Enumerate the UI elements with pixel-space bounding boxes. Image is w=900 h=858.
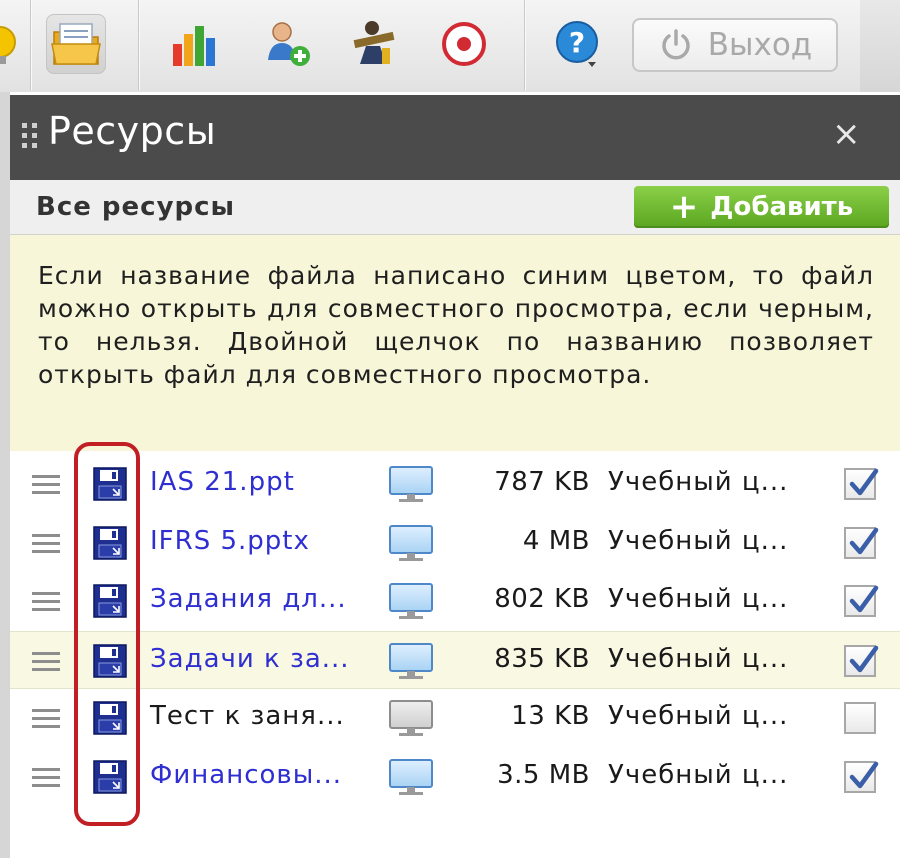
panel-title: Ресурсы: [48, 109, 217, 153]
add-user-icon[interactable]: [258, 14, 318, 74]
monitor-share-icon[interactable]: [388, 524, 434, 564]
file-row[interactable]: IAS 21.ppt 787 KB Учебный ц...: [10, 455, 900, 513]
resources-panel-header[interactable]: Ресурсы ×: [10, 95, 900, 180]
drag-handle-icon[interactable]: [32, 592, 60, 612]
power-icon: [662, 29, 690, 60]
monitor-share-icon[interactable]: [388, 758, 434, 798]
exit-button[interactable]: Выход: [632, 18, 838, 72]
monitor-share-icon[interactable]: [388, 642, 434, 682]
file-checkbox[interactable]: [844, 760, 879, 793]
file-name-link[interactable]: Тест к заня...: [150, 701, 345, 731]
drag-handle-icon[interactable]: [32, 709, 60, 729]
top-toolbar: ? Выход: [0, 0, 900, 92]
toolbar-separator: [138, 0, 139, 90]
toolbar-separator: [30, 0, 31, 90]
presenter-icon[interactable]: [346, 14, 406, 74]
file-size: 835 KB: [494, 643, 590, 674]
info-notice: Если название файла написано синим цвето…: [10, 235, 900, 451]
file-owner: Учебный ц...: [608, 525, 789, 556]
svg-text:?: ?: [569, 26, 585, 59]
file-owner: Учебный ц...: [608, 701, 789, 731]
monitor-share-icon[interactable]: [388, 582, 434, 622]
drag-handle-icon[interactable]: [32, 651, 60, 672]
panel-left-border: [0, 92, 10, 858]
file-owner: Учебный ц...: [608, 584, 789, 614]
file-checkbox[interactable]: [844, 468, 879, 500]
add-button-label: Добавить: [710, 192, 854, 222]
file-size: 3.5 MB: [497, 759, 590, 790]
file-size: 787 KB: [494, 467, 590, 497]
file-row[interactable]: Задания дл... 802 KB Учебный ц...: [10, 572, 900, 630]
notice-text: Если название файла написано синим цвето…: [38, 261, 874, 389]
file-name-link[interactable]: IFRS 5.pptx: [150, 526, 310, 556]
file-checkbox[interactable]: [844, 526, 879, 559]
monitor-share-icon[interactable]: [388, 465, 434, 505]
close-icon[interactable]: ×: [832, 117, 861, 151]
file-size: 4 MB: [522, 525, 590, 556]
file-checkbox[interactable]: [844, 644, 879, 677]
record-icon[interactable]: [434, 14, 494, 74]
file-name-link[interactable]: Финансовы...: [150, 760, 342, 790]
resources-folder-icon[interactable]: [46, 14, 106, 74]
bar-chart-icon[interactable]: [165, 14, 225, 74]
drag-grip-icon[interactable]: [22, 123, 40, 153]
drag-handle-icon[interactable]: [32, 475, 60, 495]
plus-icon: +: [669, 187, 699, 227]
save-column-highlight: [74, 442, 140, 826]
exit-label: Выход: [707, 27, 813, 63]
add-resource-button[interactable]: + Добавить: [634, 186, 889, 228]
file-name-link[interactable]: Задачи к за...: [150, 644, 350, 674]
file-size: 802 KB: [494, 584, 590, 614]
resources-subheader: Все ресурсы + Добавить: [10, 180, 900, 235]
file-size: 13 KB: [511, 701, 590, 731]
toolbar-overflow: [860, 0, 900, 92]
drag-handle-icon[interactable]: [32, 767, 60, 788]
file-row[interactable]: Задачи к за... 835 KB Учебный ц...: [10, 630, 900, 689]
file-row[interactable]: Финансовы... 3.5 MB Учебный ц...: [10, 748, 900, 806]
subheader-title: Все ресурсы: [36, 192, 236, 222]
file-row[interactable]: Тест к заня... 13 KB Учебный ц...: [10, 689, 900, 747]
file-checkbox[interactable]: [844, 702, 876, 734]
file-row[interactable]: IFRS 5.pptx 4 MB Учебный ц...: [10, 514, 900, 572]
drag-handle-icon[interactable]: [32, 533, 60, 554]
toolbar-separator: [524, 0, 525, 90]
lightbulb-icon[interactable]: [0, 14, 38, 74]
file-checkbox[interactable]: [844, 585, 879, 617]
file-owner: Учебный ц...: [608, 759, 789, 790]
file-name-link[interactable]: IAS 21.ppt: [150, 467, 295, 497]
file-name-link[interactable]: Задания дл...: [150, 584, 347, 614]
monitor-disabled-icon[interactable]: [388, 699, 434, 739]
file-owner: Учебный ц...: [608, 643, 789, 674]
file-owner: Учебный ц...: [608, 467, 789, 497]
help-icon[interactable]: ?: [548, 14, 608, 74]
